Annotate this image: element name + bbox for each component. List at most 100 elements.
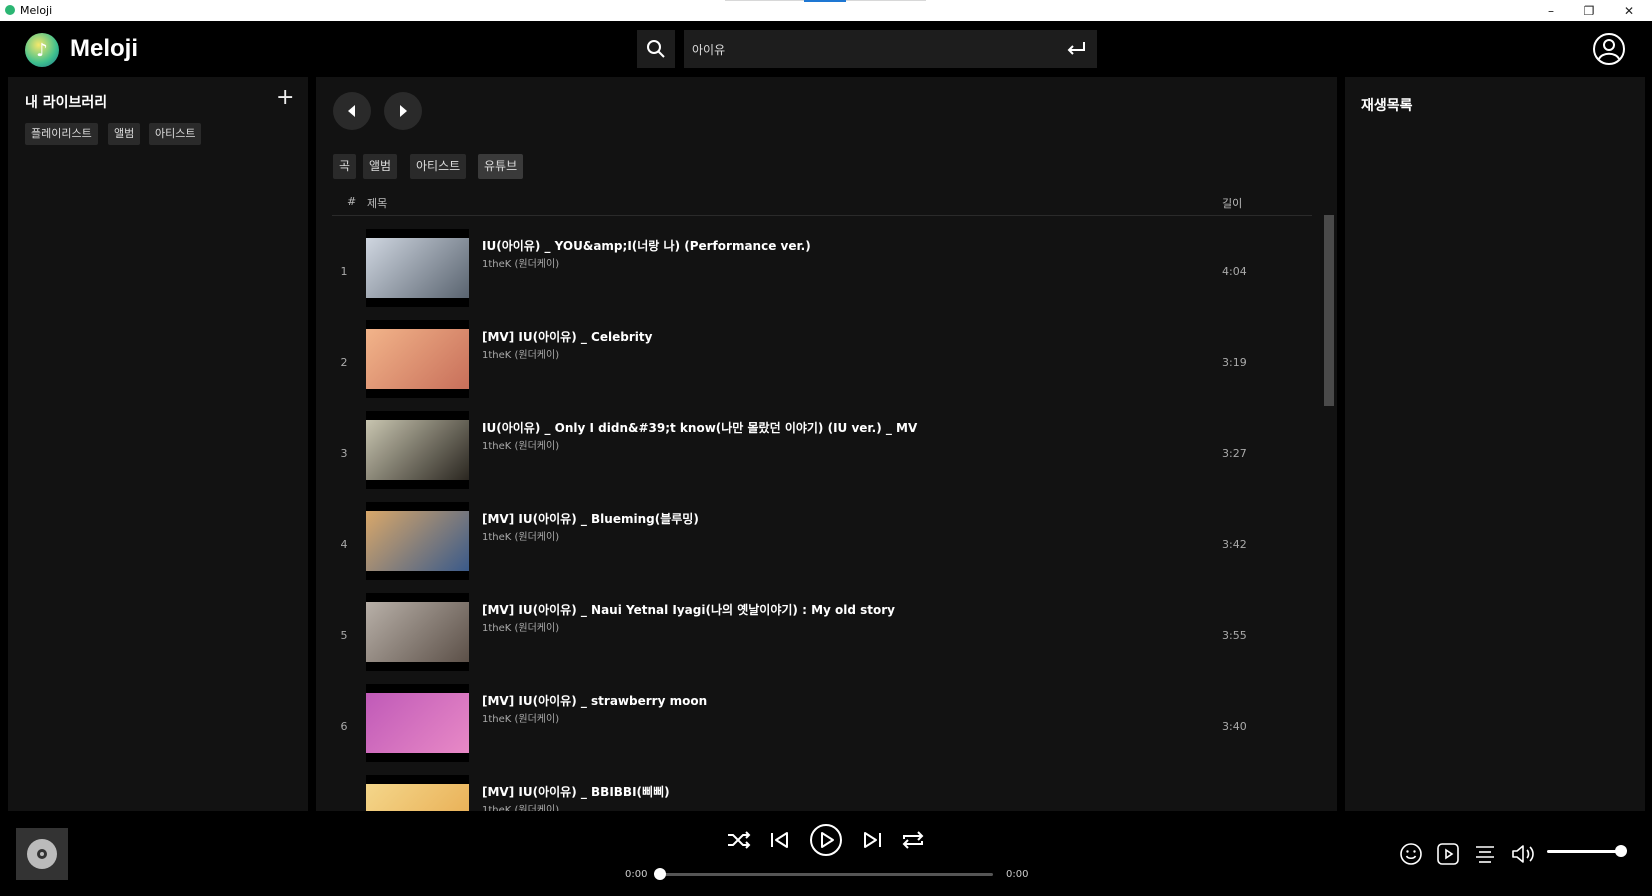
row-title: [MV] IU(아이유) _ strawberry moon [482,694,708,708]
library-title: 내 라이브러리 [25,95,108,111]
next-icon[interactable] [861,830,883,850]
repeat-icon[interactable] [900,829,926,851]
row-duration: 3:40 [1222,720,1247,733]
table-row[interactable]: 6 [MV] IU(아이유) _ strawberry moon 1theK (원더… [316,684,1316,775]
table-row[interactable]: 4 [MV] IU(아이유) _ Blueming(블루밍) 1theK (원더케이… [316,502,1316,593]
volume-track[interactable] [1547,850,1622,853]
video-thumbnail [366,502,469,580]
table-row[interactable]: 5 [MV] IU(아이유) _ Naui Yetnal Iyagi(나의 옛날이… [316,593,1316,684]
thumbnail-image [366,602,469,662]
tab-albums[interactable]: 앨범 [363,154,398,179]
row-title: IU(아이유) _ YOU&amp;I(너랑 나) (Performance v… [482,239,811,253]
disc-icon [27,839,57,869]
row-number: 4 [340,538,348,551]
titlebar-divider [725,0,805,1]
row-channel: 1theK (원더케이) [482,714,560,725]
emoji-icon[interactable] [1399,842,1423,866]
library-panel: 내 라이브러리 + 플레이리스트 앨범 아티스트 [8,77,308,811]
row-number: 5 [340,629,348,642]
column-duration: 길이 [1222,197,1243,210]
previous-icon[interactable] [769,830,791,850]
row-channel: 1theK (원더케이) [482,532,560,543]
table-row[interactable]: 2 [MV] IU(아이유) _ Celebrity 1theK (원더케이) 3:1… [316,320,1316,411]
thumbnail-image [366,511,469,571]
thumbnail-image [366,420,469,480]
queue-panel: 재생목록 [1345,77,1645,811]
search-input[interactable] [692,30,1052,68]
time-total: 0:00 [1006,869,1029,880]
row-channel: 1theK (원더케이) [482,441,560,452]
row-title: [MV] IU(아이유) _ Celebrity [482,330,653,344]
thumbnail-image [366,784,469,811]
progress-track[interactable] [658,873,993,876]
row-title: [MV] IU(아이유) _ Blueming(블루밍) [482,512,699,526]
search-icon [647,40,665,58]
filter-albums[interactable]: 앨범 [108,123,141,145]
account-icon[interactable] [1592,32,1626,66]
row-number: 2 [340,356,348,369]
video-thumbnail [366,411,469,489]
volume-icon[interactable] [1510,842,1536,866]
row-number: 1 [340,265,348,278]
row-duration: 3:55 [1222,629,1247,642]
queue-title: 재생목록 [1361,98,1413,114]
tab-songs[interactable]: 곡 [333,154,357,179]
close-button[interactable]: ✕ [1610,0,1648,21]
forward-button[interactable] [384,92,422,130]
minimize-button[interactable]: – [1532,0,1570,21]
table-row[interactable]: [MV] IU(아이유) _ BBIBBI(삐삐) 1theK (원더케이) [316,775,1316,811]
row-title: [MV] IU(아이유) _ Naui Yetnal Iyagi(나의 옛날이야… [482,603,895,617]
main-panel: 곡 앨범 아티스트 유튜브 # 제목 길이 1 IU(아이유) _ YOU&amp… [316,77,1337,811]
row-title: IU(아이유) _ Only I didn&#39;t know(나만 몰랐던 … [482,421,918,435]
header-divider [332,215,1312,216]
album-art [16,828,68,880]
video-thumbnail [366,229,469,307]
search-button[interactable] [637,30,675,68]
titlebar-divider [846,0,926,1]
row-channel: 1theK (원더케이) [482,350,560,361]
shuffle-icon[interactable] [726,830,752,850]
video-thumbnail [366,593,469,671]
volume-knob[interactable] [1614,845,1627,857]
lyrics-icon[interactable] [1473,842,1497,866]
window-title: Meloji [20,4,53,17]
back-button[interactable] [333,92,371,130]
row-duration: 4:04 [1222,265,1247,278]
titlebar-accent [804,0,846,2]
enter-icon[interactable] [1065,39,1087,59]
back-icon [348,105,355,117]
play-icon[interactable] [809,823,843,857]
filter-playlists[interactable]: 플레이리스트 [25,123,98,145]
video-thumbnail [366,320,469,398]
tab-youtube[interactable]: 유튜브 [478,154,524,179]
player-bar: 0:00 0:00 [0,811,1652,896]
table-row[interactable]: 1 IU(아이유) _ YOU&amp;I(너랑 나) (Performance … [316,229,1316,320]
thumbnail-image [366,238,469,298]
video-thumbnail [366,684,469,762]
tab-artists[interactable]: 아티스트 [410,154,467,179]
progress-knob[interactable] [654,868,666,880]
restore-button[interactable]: ❐ [1570,0,1608,21]
row-channel: 1theK (원더케이) [482,259,560,270]
forward-icon [400,105,407,117]
scrollbar[interactable] [1324,215,1334,406]
thumbnail-image [366,329,469,389]
brand-name: Meloji [70,35,139,62]
video-icon[interactable] [1436,842,1460,866]
time-current: 0:00 [625,869,648,880]
add-library-button[interactable]: + [276,85,294,110]
app-header: ♪ Meloji [0,21,1652,77]
row-duration: 3:42 [1222,538,1247,551]
table-row[interactable]: 3 IU(아이유) _ Only I didn&#39;t know(나만 몰랐던… [316,411,1316,502]
column-number: # [347,195,357,208]
app-icon [5,5,15,15]
window-titlebar: Meloji – ❐ ✕ [0,0,1652,21]
row-channel: 1theK (원더케이) [482,805,560,811]
video-thumbnail [366,775,469,811]
row-title: [MV] IU(아이유) _ BBIBBI(삐삐) [482,785,670,799]
filter-artists[interactable]: 아티스트 [149,123,202,145]
logo-icon: ♪ [25,33,59,67]
row-channel: 1theK (원더케이) [482,623,560,634]
thumbnail-image [366,693,469,753]
row-number: 3 [340,447,348,460]
